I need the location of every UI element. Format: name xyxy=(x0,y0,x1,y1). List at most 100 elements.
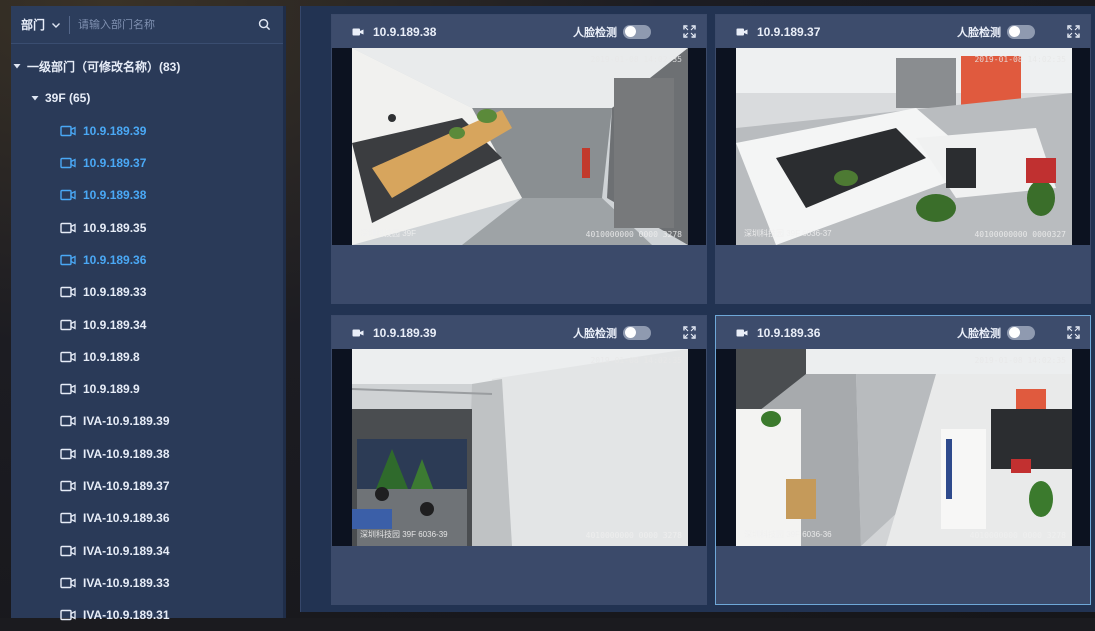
tree-item-label: 10.9.189.33 xyxy=(83,285,147,300)
video-tile-header: 10.9.189.39 人脸检测 xyxy=(332,316,706,349)
video-tile-footer xyxy=(716,245,1090,303)
camera-icon xyxy=(60,577,76,589)
camera-icon xyxy=(60,319,76,330)
dept-search-input[interactable] xyxy=(78,18,255,31)
tree-item-label: IVA-10.9.189.36 xyxy=(83,511,170,526)
tree-item-label: IVA-10.9.189.38 xyxy=(83,446,170,461)
tree-group[interactable]: 39F (65) xyxy=(11,82,283,114)
fullscreen-icon[interactable] xyxy=(683,326,696,339)
tree-camera-item[interactable]: IVA-10.9.189.38 xyxy=(11,438,283,470)
video-feed[interactable]: 2019-01-08 14:02:35 深圳科技园 39F 6036-37 40… xyxy=(716,48,1090,245)
osd-location: 深圳科技园 39F xyxy=(360,229,417,238)
tree-camera-item[interactable]: IVA-10.9.189.37 xyxy=(11,470,283,502)
face-detection-label: 人脸检测 xyxy=(957,327,1001,340)
tree-camera-item[interactable]: 10.9.189.37 xyxy=(11,147,283,179)
video-tile[interactable]: 10.9.189.36 人脸检测 2019-01-08 14:02:35 深圳科… xyxy=(715,315,1091,605)
toggle-knob xyxy=(625,26,636,37)
video-camera-icon xyxy=(736,28,748,35)
dept-dropdown-label: 部门 xyxy=(21,18,46,32)
tree-item-label: IVA-10.9.189.34 xyxy=(83,543,170,558)
video-tile[interactable]: 10.9.189.38 人脸检测 2019-01-08 14:02:35 深圳科… xyxy=(331,14,707,304)
osd-location: 深圳科技园 39F 6036-37 xyxy=(744,229,832,238)
video-tile[interactable]: 10.9.189.39 人脸检测 2019-01-08 14:02:35 深圳科… xyxy=(331,315,707,605)
tree-camera-item[interactable]: IVA-10.9.189.39 xyxy=(11,405,283,437)
video-tile-header: 10.9.189.36 人脸检测 xyxy=(716,316,1090,349)
toggle-knob xyxy=(1009,26,1020,37)
camera-snapshot xyxy=(736,349,1072,546)
tree-group[interactable]: 一级部门（可修改名称）(83) xyxy=(11,50,283,82)
face-detection-toggle[interactable] xyxy=(623,325,651,340)
device-tree: 一级部门（可修改名称）(83) 39F (65) 10.9.189.39 10.9.1… xyxy=(11,44,283,631)
tree-item-label: 10.9.189.9 xyxy=(83,382,140,397)
camera-icon xyxy=(60,416,76,427)
face-detection-toggle[interactable] xyxy=(1007,325,1035,340)
camera-title: 10.9.189.39 xyxy=(373,325,437,340)
camera-icon xyxy=(60,383,76,395)
tree-item-label: 10.9.189.35 xyxy=(83,220,147,235)
osd-location: 深圳科技园 39F 6036-39 xyxy=(360,530,448,539)
device-tree-panel: 部门 一级部门（可修改名称）(83) 39F (65) 10.9.189.39 10.… xyxy=(11,6,286,622)
camera-icon xyxy=(60,222,76,233)
tree-item-label: IVA-10.9.189.39 xyxy=(83,414,170,429)
osd-timestamp: 2019-01-08 14:02:35 xyxy=(590,55,682,64)
osd-device-id: 4010000000 0000 3278 xyxy=(585,230,682,239)
osd-location: 深圳科技园 39F 6036-36 xyxy=(744,530,832,539)
tree-item-label: IVA-10.9.189.37 xyxy=(83,479,170,493)
osd-timestamp: 2019-01-08 14:02:35 xyxy=(590,356,682,365)
tree-camera-item[interactable]: 10.9.189.33 xyxy=(11,276,283,308)
tree-item-label: 10.9.189.37 xyxy=(83,156,147,171)
video-tile-header: 10.9.189.38 人脸检测 xyxy=(332,15,706,48)
search-button[interactable] xyxy=(255,16,273,34)
video-tile-header: 10.9.189.37 人脸检测 xyxy=(716,15,1090,48)
tree-camera-item[interactable]: 10.9.189.38 xyxy=(11,179,283,211)
fullscreen-icon[interactable] xyxy=(683,25,696,38)
dept-dropdown[interactable]: 部门 xyxy=(21,16,61,33)
camera-title: 10.9.189.38 xyxy=(373,24,437,39)
tree-search-bar: 部门 xyxy=(11,6,283,44)
video-feed[interactable]: 2019-01-08 14:02:35 深圳科技园 39F 4010000000… xyxy=(332,48,706,245)
tree-camera-item[interactable]: IVA-10.9.189.31 xyxy=(11,599,283,631)
osd-timestamp: 2019-01-08 14:02:35 xyxy=(974,356,1066,365)
camera-icon xyxy=(60,609,76,621)
camera-icon xyxy=(60,190,76,201)
camera-icon xyxy=(60,545,76,556)
camera-title: 10.9.189.36 xyxy=(757,325,821,340)
face-detection-toggle[interactable] xyxy=(1007,24,1035,39)
video-tile[interactable]: 10.9.189.37 人脸检测 2019-01-08 14:02:35 深圳科… xyxy=(715,14,1091,304)
face-detection-label: 人脸检测 xyxy=(573,327,617,340)
face-detection-label: 人脸检测 xyxy=(957,26,1001,39)
tree-item-label: 10.9.189.8 xyxy=(83,349,140,364)
tree-camera-item[interactable]: 10.9.189.39 xyxy=(11,115,283,147)
osd-device-id: 4010000000 0000 3278 xyxy=(969,531,1066,540)
caret-down-icon xyxy=(13,64,21,69)
video-feed[interactable]: 2019-01-08 14:02:35 深圳科技园 39F 6036-36 40… xyxy=(716,349,1090,546)
face-detection-toggle[interactable] xyxy=(623,24,651,39)
fullscreen-icon[interactable] xyxy=(1067,25,1080,38)
tree-item-label: 10.9.189.34 xyxy=(83,317,147,332)
tree-item-label: 一级部门（可修改名称）(83) xyxy=(27,59,181,74)
camera-snapshot xyxy=(736,48,1072,245)
osd-device-id: 40100000000 0000327 xyxy=(974,230,1066,239)
video-tile-footer xyxy=(332,245,706,303)
camera-icon xyxy=(60,254,76,266)
tree-camera-item[interactable]: IVA-10.9.189.33 xyxy=(11,567,283,599)
tree-camera-item[interactable]: 10.9.189.34 xyxy=(11,308,283,340)
video-feed[interactable]: 2019-01-08 14:02:35 深圳科技园 39F 6036-39 40… xyxy=(332,349,706,546)
camera-snapshot xyxy=(352,48,688,245)
toggle-knob xyxy=(1009,327,1020,338)
tree-camera-item[interactable]: IVA-10.9.189.34 xyxy=(11,534,283,566)
osd-device-id: 4010000000 0000 3278 xyxy=(585,531,682,540)
tree-item-label: IVA-10.9.189.33 xyxy=(83,575,170,590)
tree-camera-item[interactable]: 10.9.189.35 xyxy=(11,211,283,243)
tree-item-label: 10.9.189.38 xyxy=(83,188,147,203)
camera-snapshot xyxy=(352,349,688,546)
tree-camera-item[interactable]: 10.9.189.9 xyxy=(11,373,283,405)
camera-icon xyxy=(60,513,76,524)
fullscreen-icon[interactable] xyxy=(1067,326,1080,339)
tree-item-label: 10.9.189.39 xyxy=(83,123,147,138)
osd-timestamp: 2019-01-08 14:02:35 xyxy=(974,55,1066,64)
tree-camera-item[interactable]: 10.9.189.8 xyxy=(11,341,283,373)
tree-camera-item[interactable]: IVA-10.9.189.36 xyxy=(11,502,283,534)
camera-icon xyxy=(60,125,76,136)
tree-camera-item[interactable]: 10.9.189.36 xyxy=(11,244,283,276)
